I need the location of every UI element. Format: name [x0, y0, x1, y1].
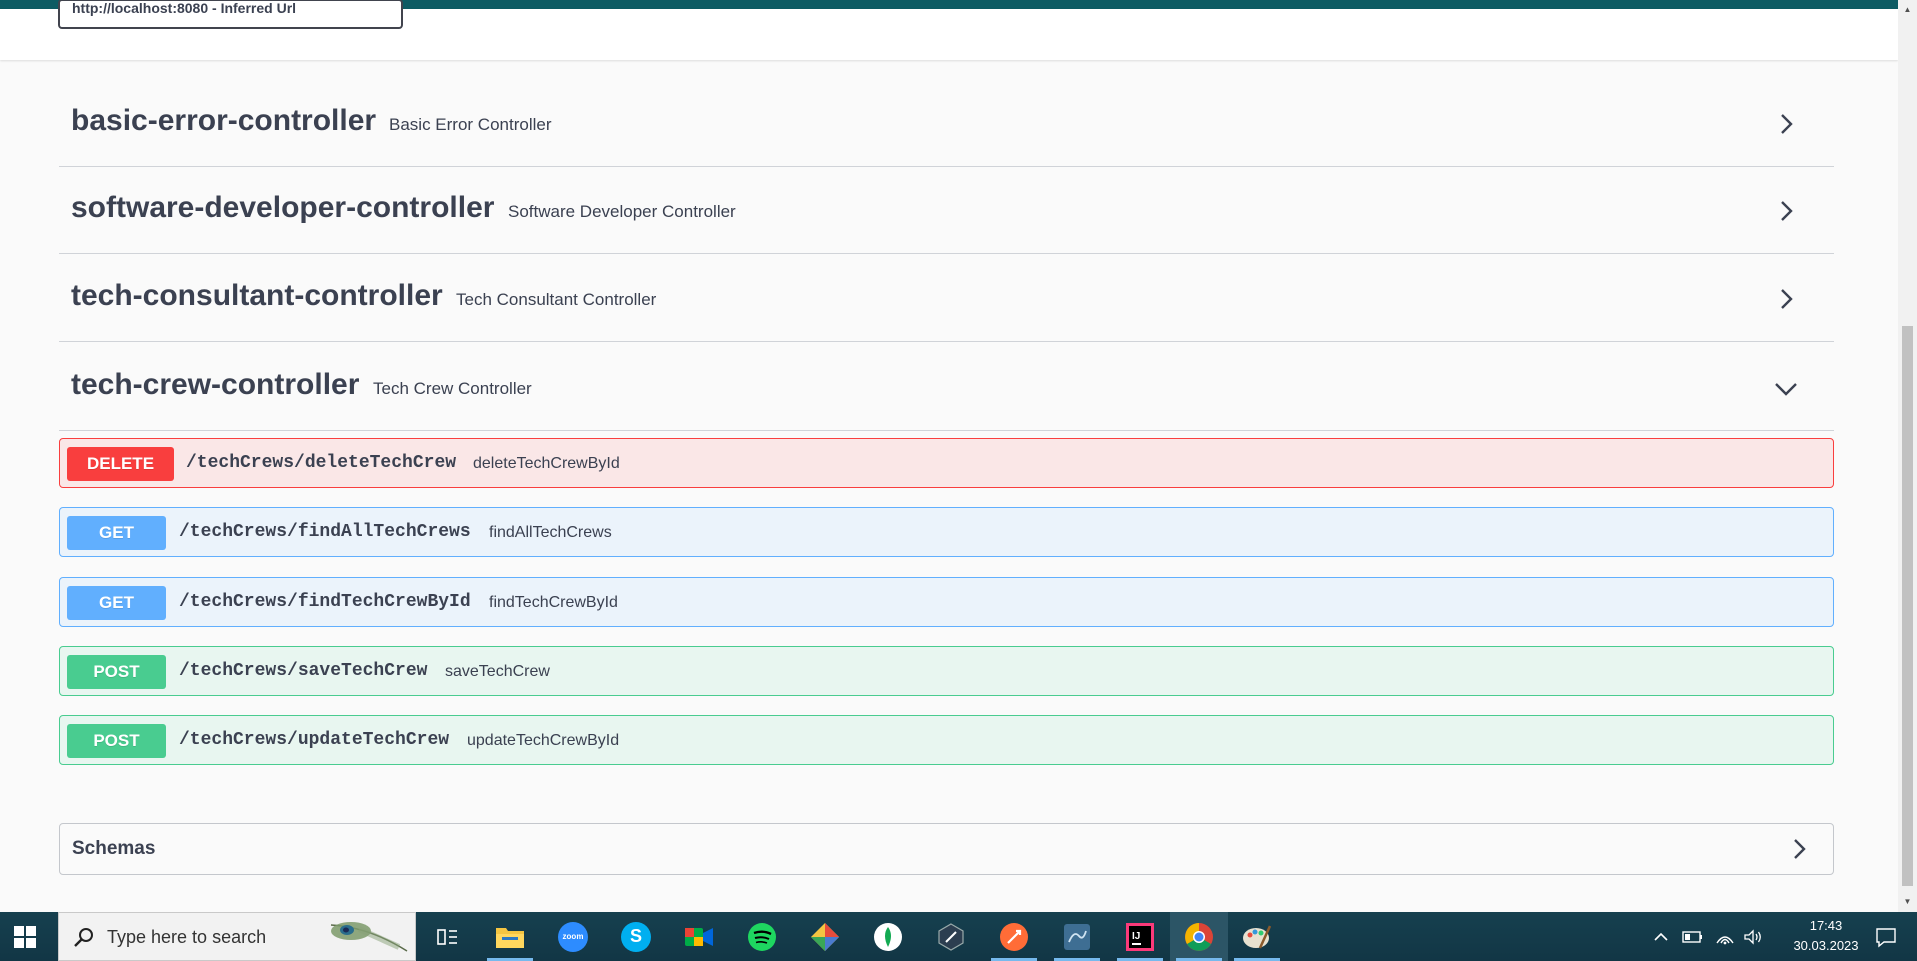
- method-badge-get: GET: [67, 586, 166, 620]
- skype-icon[interactable]: S: [607, 912, 665, 961]
- tag-name: software-developer-controller: [71, 191, 495, 224]
- tag-tech-consultant-controller[interactable]: tech-consultant-controller Tech Consulta…: [59, 255, 1834, 342]
- tag-name: basic-error-controller: [71, 104, 377, 137]
- servers-section: http://localhost:8080 - Inferred Url: [0, 0, 1898, 60]
- google-meet-icon[interactable]: [670, 912, 728, 961]
- postman-icon[interactable]: [985, 912, 1043, 961]
- schemas-section[interactable]: Schemas: [59, 823, 1834, 875]
- operation-delete-techcrew[interactable]: DELETE /techCrews/deleteTechCrew deleteT…: [59, 438, 1834, 488]
- operation-summary: findTechCrewById: [489, 594, 618, 611]
- operation-summary: saveTechCrew: [445, 663, 550, 680]
- mysql-workbench-icon[interactable]: [1048, 912, 1106, 961]
- tag-basic-error-controller[interactable]: basic-error-controller Basic Error Contr…: [59, 80, 1834, 167]
- chevron-down-icon[interactable]: [1772, 374, 1800, 402]
- paint-icon[interactable]: [1228, 912, 1286, 961]
- schemas-title: Schemas: [72, 838, 156, 859]
- peacock-feather-icon: [329, 919, 409, 955]
- operation-path: /techCrews/deleteTechCrew: [186, 453, 457, 473]
- battery-icon[interactable]: [1680, 912, 1706, 961]
- chevron-right-icon[interactable]: [1772, 285, 1800, 313]
- operation-post-update[interactable]: POST /techCrews/updateTechCrew updateTec…: [59, 715, 1834, 765]
- tag-description: Basic Error Controller: [389, 115, 552, 134]
- tag-name: tech-consultant-controller: [71, 279, 443, 312]
- chevron-right-icon[interactable]: [1772, 197, 1800, 225]
- notification-center-icon[interactable]: [1866, 912, 1906, 961]
- operation-path: /techCrews/findTechCrewById: [179, 592, 471, 612]
- wifi-icon[interactable]: [1712, 912, 1738, 961]
- scroll-up-arrow-icon[interactable]: ▲: [1902, 4, 1913, 14]
- tag-software-developer-controller[interactable]: software-developer-controller Software D…: [59, 167, 1834, 254]
- operation-path: /techCrews/saveTechCrew: [179, 661, 428, 681]
- operation-summary: updateTechCrewById: [467, 732, 620, 749]
- file-explorer-icon[interactable]: [481, 912, 539, 961]
- chevron-right-icon[interactable]: [1785, 835, 1813, 863]
- operation-summary: deleteTechCrewById: [473, 455, 620, 472]
- git-diamond-icon[interactable]: [796, 912, 854, 961]
- show-hidden-icons-icon[interactable]: [1648, 912, 1674, 961]
- mongodb-compass-icon[interactable]: [859, 912, 917, 961]
- method-badge-get: GET: [67, 516, 166, 550]
- chrome-icon[interactable]: [1170, 912, 1228, 961]
- clock-date: 30.03.2023: [1793, 938, 1859, 953]
- operation-path: /techCrews/findAllTechCrews: [179, 522, 471, 542]
- server-select[interactable]: http://localhost:8080 - Inferred Url: [58, 0, 403, 29]
- tag-tech-crew-controller[interactable]: tech-crew-controller Tech Crew Controlle…: [59, 344, 1834, 431]
- task-view-icon[interactable]: [418, 912, 476, 961]
- scrollbar-thumb[interactable]: [1902, 326, 1913, 886]
- windows-taskbar: Type here to search zoom S IJ 17:43 30.0…: [0, 912, 1917, 961]
- zoom-label: zoom: [558, 921, 588, 952]
- tag-description: Tech Consultant Controller: [456, 290, 657, 309]
- clock-time: 17:43: [1809, 918, 1843, 933]
- scroll-down-arrow-icon[interactable]: ▼: [1902, 896, 1913, 906]
- server-select-value: http://localhost:8080 - Inferred Url: [72, 0, 297, 16]
- taskbar-search-box[interactable]: Type here to search: [58, 912, 416, 961]
- system-clock[interactable]: 17:43 30.03.2023: [1786, 916, 1866, 956]
- operation-summary: findAllTechCrews: [489, 524, 612, 541]
- method-badge-delete: DELETE: [67, 447, 174, 481]
- spotify-icon[interactable]: [733, 912, 791, 961]
- zoom-icon[interactable]: zoom: [544, 912, 602, 961]
- operation-post-save[interactable]: POST /techCrews/saveTechCrew saveTechCre…: [59, 646, 1834, 696]
- operation-get-findbyid[interactable]: GET /techCrews/findTechCrewById findTech…: [59, 577, 1834, 627]
- search-icon: [73, 926, 95, 948]
- windows-start-icon[interactable]: [14, 926, 36, 948]
- tag-description: Tech Crew Controller: [373, 379, 532, 398]
- volume-icon[interactable]: [1740, 912, 1766, 961]
- method-badge-post: POST: [67, 655, 166, 689]
- tag-name: tech-crew-controller: [71, 368, 360, 401]
- operation-path: /techCrews/updateTechCrew: [179, 730, 450, 750]
- vertical-scrollbar[interactable]: ▲ ▼: [1898, 0, 1917, 912]
- intellij-idea-icon[interactable]: IJ: [1111, 912, 1169, 961]
- chevron-right-icon[interactable]: [1772, 110, 1800, 138]
- operation-get-findall[interactable]: GET /techCrews/findAllTechCrews findAllT…: [59, 507, 1834, 557]
- method-badge-post: POST: [67, 724, 166, 758]
- intellij-label: IJ: [1132, 931, 1140, 942]
- search-placeholder: Type here to search: [107, 927, 267, 947]
- tag-description: Software Developer Controller: [508, 202, 736, 221]
- app-hexagon-icon[interactable]: [922, 912, 980, 961]
